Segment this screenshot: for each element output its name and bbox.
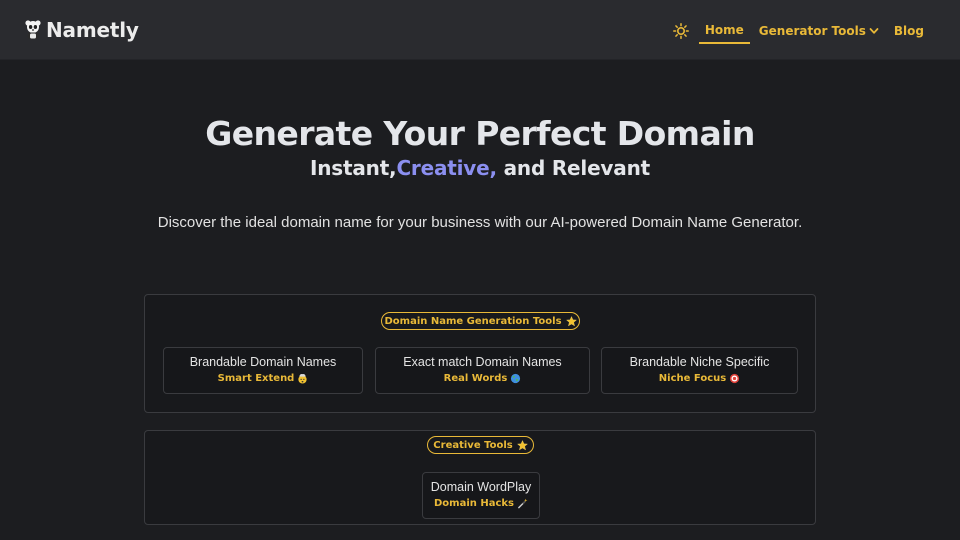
section-badge-label: Domain Name Generation Tools — [384, 315, 562, 327]
card-tag-label: Domain Hacks — [433, 498, 514, 509]
star-emoji-icon — [516, 439, 528, 450]
nav-menu: Home Generator Tools Blog — [672, 18, 930, 44]
tool-card-brandable-niche-specific[interactable]: Brandable Niche Specific Niche Focus — [601, 347, 798, 394]
nav-generator-tools-dropdown[interactable]: Generator Tools — [753, 18, 885, 44]
card-tag-label: Real Words — [443, 373, 508, 384]
tool-card-exact-match-domain-names[interactable]: Exact match Domain Names Real Words — [375, 347, 590, 394]
hero-title: Generate Your Perfect Domain — [205, 114, 755, 153]
star-emoji-icon — [565, 315, 577, 326]
globe-emoji-icon — [511, 373, 521, 384]
card-title: Brandable Domain Names — [189, 355, 337, 369]
top-navbar: Nametly Home Generator Tools Blog — [0, 0, 960, 60]
card-tag: Domain Hacks — [423, 498, 539, 509]
target-emoji-icon — [730, 373, 740, 384]
card-tag-label: Smart Extend — [217, 373, 295, 384]
nav-generator-tools-label: Generator Tools — [758, 24, 866, 38]
nav-home-link[interactable]: Home — [698, 18, 750, 44]
card-title: Brandable Niche Specific — [629, 355, 770, 369]
brand-name: Nametly — [46, 18, 139, 42]
card-tag: Real Words — [376, 373, 589, 384]
nav-home-label: Home — [704, 23, 744, 37]
section-badge: Creative Tools — [427, 436, 534, 454]
section-badge-label: Creative Tools — [433, 439, 513, 451]
section-badge: Domain Name Generation Tools — [381, 312, 580, 330]
hero-subtitle: Instant,Creative, and Relevant — [0, 156, 960, 180]
sun-icon[interactable] — [672, 23, 689, 39]
brand-link[interactable]: Nametly — [24, 16, 139, 44]
domain-generation-tools-section: Domain Name Generation Tools Brandable D… — [144, 294, 816, 413]
hero-subtitle-part2: and Relevant — [496, 156, 651, 180]
magic-wand-emoji-icon — [518, 498, 528, 509]
hero-subtitle-highlight: Creative, — [396, 156, 497, 180]
card-tag-label: Niche Focus — [658, 373, 727, 384]
nav-blog-link[interactable]: Blog — [888, 18, 930, 44]
tool-card-brandable-domain-names[interactable]: Brandable Domain Names Smart Extend — [163, 347, 363, 394]
creative-tools-section: Creative Tools Domain WordPlay Domain Ha… — [144, 430, 816, 525]
card-tag: Niche Focus — [602, 373, 797, 384]
tool-card-domain-wordplay[interactable]: Domain WordPlay Domain Hacks — [422, 472, 540, 519]
card-title: Domain WordPlay — [430, 480, 532, 494]
chevron-down-icon — [869, 28, 879, 34]
card-title: Exact match Domain Names — [403, 355, 562, 369]
mind-blown-emoji-icon — [298, 374, 307, 384]
hero-subtitle-part1: Instant, — [310, 156, 397, 180]
hero-description: Discover the ideal domain name for your … — [157, 214, 803, 231]
nav-blog-label: Blog — [893, 24, 924, 38]
panda-logo-icon — [25, 20, 41, 39]
card-tag: Smart Extend — [164, 373, 362, 384]
